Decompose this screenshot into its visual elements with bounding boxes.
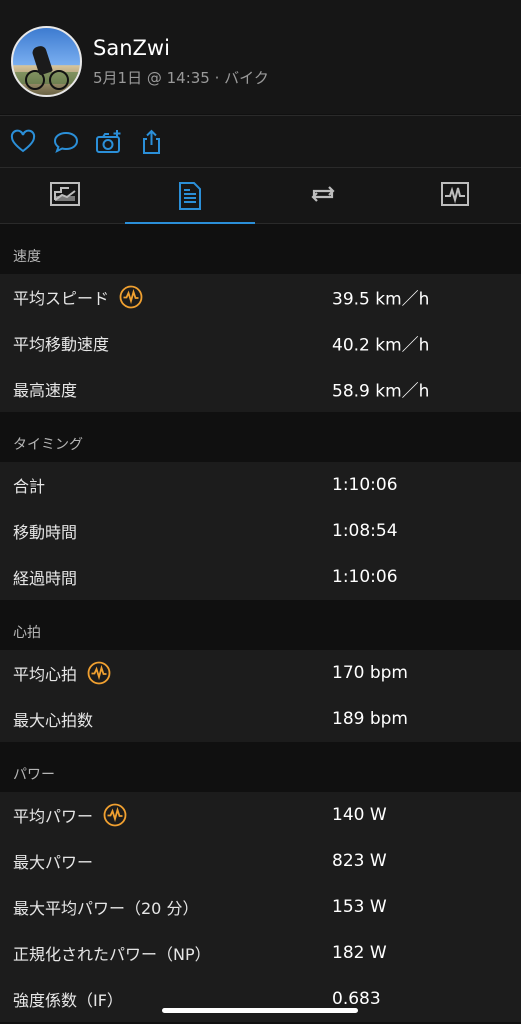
stat-value: 823 W <box>332 851 387 871</box>
camera-add-icon[interactable] <box>95 128 123 156</box>
stat-label: 最大平均パワー（20 分） <box>13 899 199 918</box>
stat-label: 最高速度 <box>13 381 78 400</box>
stat-value: 1:10:06 <box>332 475 398 495</box>
heart-rate-icon[interactable] <box>119 285 143 309</box>
section-rows: 平均心拍 170 bpm 最大心拍数 189 bpm <box>0 650 521 742</box>
stat-row: 最大心拍数 189 bpm <box>0 696 521 742</box>
stat-value: 182 W <box>332 943 387 963</box>
stat-label: 移動時間 <box>13 523 78 542</box>
stat-row: 最大平均パワー（20 分） 153 W <box>0 884 521 930</box>
stat-row: 正規化されたパワー（NP） 182 W <box>0 930 521 976</box>
activity-header: SanZwi 5月1日 @ 14:35 · バイク <box>0 0 521 114</box>
section-title: 速度 <box>13 249 41 265</box>
heart-rate-icon[interactable] <box>87 661 111 685</box>
stat-label: 正規化されたパワー（NP） <box>13 945 211 964</box>
share-icon[interactable] <box>138 128 166 156</box>
tab-overview[interactable] <box>0 168 130 223</box>
activity-tabs <box>0 167 521 224</box>
stat-value: 140 W <box>332 805 387 825</box>
stat-label: 平均心拍 <box>13 665 78 684</box>
stat-value: 0.683 <box>332 989 381 1009</box>
activity-date-type: 5月1日 @ 14:35 · バイク <box>93 69 269 87</box>
stat-value: 58.9 km／h <box>332 381 430 402</box>
stat-row: 最大パワー 823 W <box>0 838 521 884</box>
avatar[interactable] <box>11 26 82 97</box>
stat-row: 合計 1:10:06 <box>0 462 521 508</box>
username[interactable]: SanZwi <box>93 36 170 60</box>
stats-list: 速度 平均スピード 39.5 km／h 平均移動速度 40.2 km／h 最高速… <box>0 224 521 1022</box>
stat-row: 移動時間 1:08:54 <box>0 508 521 554</box>
tab-details[interactable] <box>125 168 255 224</box>
tab-graph[interactable] <box>390 168 520 223</box>
stat-row: 平均心拍 170 bpm <box>0 650 521 696</box>
section-title: パワー <box>13 767 55 783</box>
stat-value: 1:08:54 <box>332 521 398 541</box>
section-rows: 平均スピード 39.5 km／h 平均移動速度 40.2 km／h 最高速度 5… <box>0 274 521 412</box>
stat-row: 平均パワー 140 W <box>0 792 521 838</box>
details-tab-icon <box>179 182 201 210</box>
stat-row: 強度係数（IF） 0.683 <box>0 976 521 1022</box>
stat-value: 170 bpm <box>332 663 408 683</box>
stat-label: 平均移動速度 <box>13 335 110 354</box>
stat-label: 平均パワー <box>13 807 94 826</box>
bike-wheel <box>49 70 69 90</box>
stat-value: 1:10:06 <box>332 567 398 587</box>
section-title: 心拍 <box>13 625 41 641</box>
stat-label: 最大パワー <box>13 853 94 872</box>
stat-row: 最高速度 58.9 km／h <box>0 366 521 412</box>
stat-label: 最大心拍数 <box>13 711 94 730</box>
graph-tab-icon <box>441 182 469 206</box>
heart-icon[interactable] <box>9 128 37 156</box>
stat-label: 合計 <box>13 477 46 496</box>
home-indicator[interactable] <box>162 1008 358 1013</box>
stat-row: 経過時間 1:10:06 <box>0 554 521 600</box>
stat-value: 153 W <box>332 897 387 917</box>
stat-value: 189 bpm <box>332 709 408 729</box>
tab-laps[interactable] <box>258 168 388 223</box>
avatar-background <box>13 72 80 84</box>
stat-label: 強度係数（IF） <box>13 991 123 1010</box>
stat-value: 39.5 km／h <box>332 289 430 310</box>
heart-rate-icon[interactable] <box>103 803 127 827</box>
laps-tab-icon <box>311 186 335 202</box>
chart-tab-icon <box>50 182 80 206</box>
stat-label: 平均スピード <box>13 289 110 308</box>
section-rows: 合計 1:10:06 移動時間 1:08:54 経過時間 1:10:06 <box>0 462 521 600</box>
stat-row: 平均移動速度 40.2 km／h <box>0 320 521 366</box>
stat-row: 平均スピード 39.5 km／h <box>0 274 521 320</box>
section-title: タイミング <box>13 437 83 453</box>
stat-label: 経過時間 <box>13 569 78 588</box>
comment-icon[interactable] <box>52 128 80 156</box>
stat-value: 40.2 km／h <box>332 335 430 356</box>
action-bar <box>0 115 521 167</box>
section-rows: 平均パワー 140 W 最大パワー 823 W 最大平均パワー（20 分） 15… <box>0 792 521 1022</box>
